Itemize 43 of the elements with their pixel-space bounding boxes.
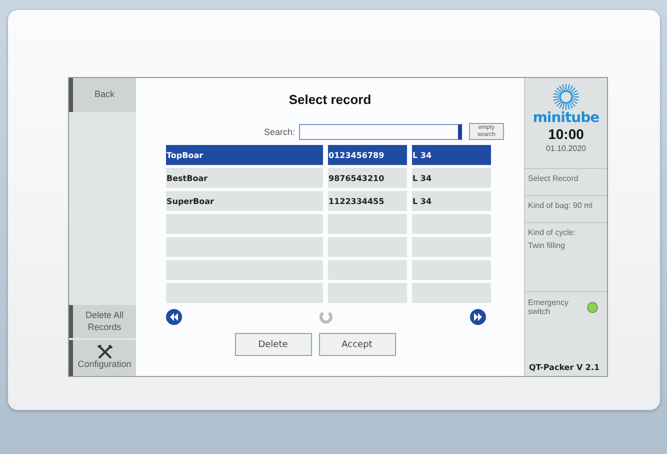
search-label: Search: xyxy=(264,126,295,136)
status-text: Kind of bag: 90 ml xyxy=(528,201,594,210)
table-cell[interactable]: 1122334455 xyxy=(328,191,406,211)
delete-all-button[interactable]: Delete All Records xyxy=(69,305,136,338)
table-cell[interactable]: BestBoar xyxy=(166,168,322,188)
table-cell[interactable]: TopBoar xyxy=(166,145,322,165)
sun-logo-icon xyxy=(551,83,581,111)
configuration-button[interactable]: Configuration xyxy=(69,340,136,376)
table-cell[interactable] xyxy=(328,283,406,303)
table-cell[interactable] xyxy=(328,260,406,280)
table-cell[interactable] xyxy=(412,214,490,234)
status-text: Twin filling xyxy=(528,241,566,250)
page-title: Select record xyxy=(288,92,372,107)
table-cell[interactable] xyxy=(328,237,406,257)
table-cell[interactable] xyxy=(166,260,322,280)
table-cell[interactable] xyxy=(166,237,322,257)
status-text: Select Record xyxy=(528,174,580,183)
clock-date: 01.10.2020 xyxy=(546,144,586,153)
next-page-icon[interactable] xyxy=(470,309,486,325)
table-cell[interactable] xyxy=(166,214,322,234)
delete-button[interactable]: Delete xyxy=(234,333,312,356)
back-button[interactable]: Back xyxy=(69,78,136,112)
status-text: Kind of cycle: xyxy=(528,228,577,237)
tools-icon xyxy=(96,345,112,360)
table-cell[interactable]: L 34 xyxy=(412,145,490,165)
refresh-icon[interactable] xyxy=(318,309,334,325)
table-cell[interactable]: L 34 xyxy=(412,168,490,188)
version-label: QT-Packer V 2.1 xyxy=(528,363,601,374)
accept-button[interactable]: Accept xyxy=(318,333,396,356)
table-cell[interactable]: L 34 xyxy=(412,191,490,211)
brand-logo: minitube xyxy=(532,111,600,125)
table-cell[interactable]: 0123456789 xyxy=(328,145,406,165)
table-cell[interactable] xyxy=(166,283,322,303)
table-cell[interactable]: 9876543210 xyxy=(328,168,406,188)
table-cell[interactable] xyxy=(328,214,406,234)
previous-page-icon[interactable] xyxy=(166,309,182,325)
table-cell[interactable] xyxy=(412,283,490,303)
table-cell[interactable] xyxy=(412,260,490,280)
table-cell[interactable] xyxy=(412,237,490,257)
clock-time: 10:00 xyxy=(548,126,584,142)
search-field[interactable] xyxy=(299,124,462,140)
table-cell[interactable]: SuperBoar xyxy=(166,191,322,211)
emergency-switch-label: Emergency switch xyxy=(528,298,570,316)
